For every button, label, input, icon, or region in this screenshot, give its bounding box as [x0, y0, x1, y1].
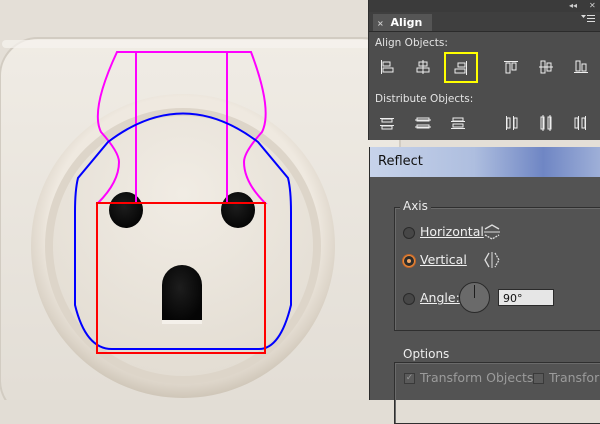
angle-dial[interactable] — [459, 282, 490, 313]
horizontal-distribute-right-button[interactable] — [567, 110, 595, 136]
ground-hole — [162, 265, 202, 322]
outlet-plate-highlight — [2, 40, 398, 48]
tab-align-label: Align — [390, 16, 423, 29]
vertical-distribute-center-button[interactable] — [409, 110, 437, 136]
transform-patterns-label[interactable]: Transform — [549, 370, 600, 385]
panel-close-icon[interactable]: ✕ — [589, 0, 596, 12]
align-panel: ◂◂ ✕ × Align Align Objects: Distribute O… — [368, 0, 600, 140]
reflect-dialog-title[interactable]: Reflect — [370, 147, 600, 177]
align-objects-label: Align Objects: — [375, 37, 448, 49]
axis-group-label: Axis — [400, 199, 431, 213]
horizontal-align-left-icon — [381, 60, 394, 74]
horizontal-align-center-button[interactable] — [409, 54, 437, 80]
transform-patterns-checkbox[interactable] — [533, 373, 544, 384]
horizontal-distribute-left-icon — [506, 116, 518, 130]
ground-hole-lip — [162, 320, 202, 324]
horizontal-distribute-right-icon — [574, 116, 586, 130]
transform-objects-label[interactable]: Transform Objects — [420, 370, 533, 385]
horizontal-align-center-icon — [416, 60, 430, 74]
horizontal-distribute-center-icon — [540, 115, 552, 131]
vertical-distribute-bottom-icon — [451, 117, 465, 129]
horizontal-distribute-left-button[interactable] — [497, 110, 525, 136]
vertical-distribute-center-icon — [415, 117, 431, 129]
horizontal-radio-label[interactable]: Horizontal — [420, 224, 484, 239]
horizontal-axis-icon — [484, 224, 500, 240]
vertical-radio-label[interactable]: Vertical — [420, 252, 467, 267]
vertical-align-center-button[interactable] — [532, 54, 560, 80]
horizontal-align-right-button[interactable] — [444, 52, 478, 83]
tab-align[interactable]: × Align — [373, 14, 433, 31]
vertical-align-top-button[interactable] — [497, 54, 525, 80]
vertical-axis-icon — [484, 252, 500, 268]
angle-radio-label[interactable]: Angle: — [420, 290, 460, 305]
outlet-face — [53, 116, 313, 376]
vertical-distribute-top-button[interactable] — [373, 110, 401, 136]
vertical-radio[interactable] — [403, 255, 415, 267]
horizontal-distribute-center-button[interactable] — [532, 110, 560, 136]
vertical-align-bottom-icon — [574, 60, 588, 73]
vertical-align-center-icon — [539, 60, 553, 74]
vertical-align-top-icon — [504, 61, 518, 74]
vertical-distribute-bottom-button[interactable] — [444, 110, 472, 136]
collapse-panel-icon[interactable]: ◂◂ — [569, 0, 577, 12]
horizontal-align-right-icon — [454, 60, 467, 75]
horizontal-radio[interactable] — [403, 227, 415, 239]
reflect-dialog: Reflect Axis Horizontal Vertical Angle: … — [369, 147, 600, 424]
angle-radio[interactable] — [403, 293, 415, 305]
left-prong-hole — [109, 192, 143, 228]
vertical-align-bottom-button[interactable] — [567, 54, 595, 80]
panel-menu-icon[interactable] — [581, 14, 595, 27]
tab-close-icon[interactable]: × — [377, 19, 384, 28]
angle-input[interactable]: 90° — [498, 289, 554, 306]
vertical-distribute-top-icon — [380, 118, 394, 130]
horizontal-align-left-button[interactable] — [373, 54, 401, 80]
panel-tab-row: × Align — [369, 12, 600, 32]
transform-objects-checkbox[interactable]: ✓ — [404, 373, 415, 384]
distribute-objects-label: Distribute Objects: — [375, 93, 474, 105]
panel-topbar[interactable]: ◂◂ ✕ — [369, 0, 600, 12]
options-group-label: Options — [400, 347, 453, 361]
